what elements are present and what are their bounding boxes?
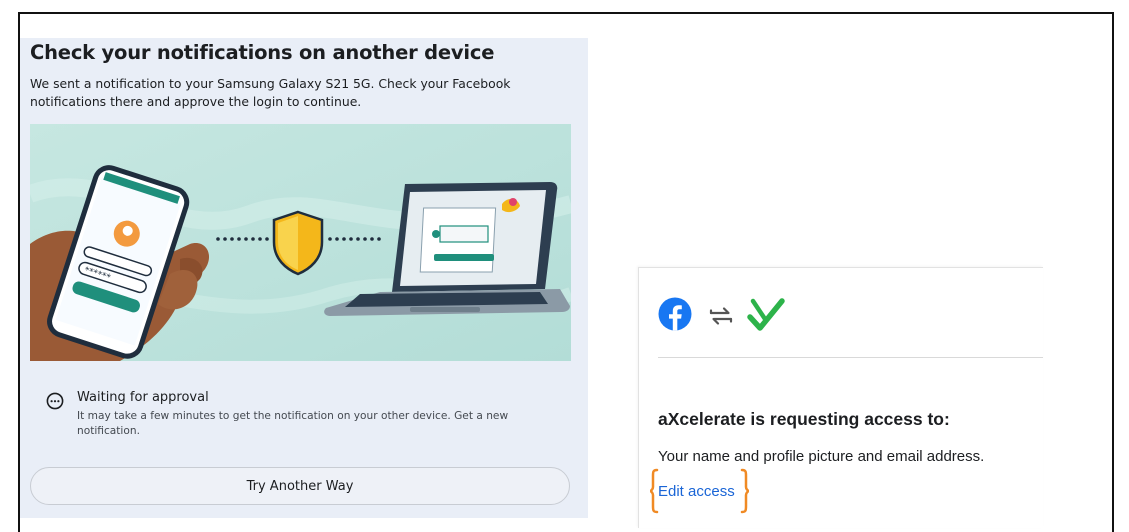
approval-illustration: ****** — [30, 124, 571, 361]
try-another-way-button[interactable]: Try Another Way — [30, 467, 570, 505]
facebook-icon — [658, 297, 692, 331]
access-scope-text: Your name and profile picture and email … — [658, 448, 985, 465]
device-approval-panel: Check your notifications on another devi… — [20, 38, 588, 518]
edit-access-annotation: Edit access — [649, 468, 753, 518]
swap-arrows-icon — [709, 307, 733, 325]
green-check-icon — [747, 298, 785, 331]
top-caption-fragment — [0, 0, 500, 10]
waiting-status-title: Waiting for approval — [77, 390, 209, 405]
page-description: We sent a notification to your Samsung G… — [30, 76, 511, 109]
more-horizontal-circle-icon — [46, 392, 64, 410]
waiting-status-description: It may take a few minutes to get the not… — [77, 410, 509, 437]
divider — [658, 357, 1043, 358]
app-permission-panel: aXcelerate is requesting access to: Your… — [638, 267, 1043, 528]
access-request-heading: aXcelerate is requesting access to: — [658, 409, 950, 429]
phone-shield-laptop-illustration: ****** — [30, 124, 571, 361]
right-bracket-annotation — [740, 468, 750, 514]
page-title: Check your notifications on another devi… — [30, 41, 495, 64]
edit-access-link[interactable]: Edit access — [658, 483, 735, 500]
